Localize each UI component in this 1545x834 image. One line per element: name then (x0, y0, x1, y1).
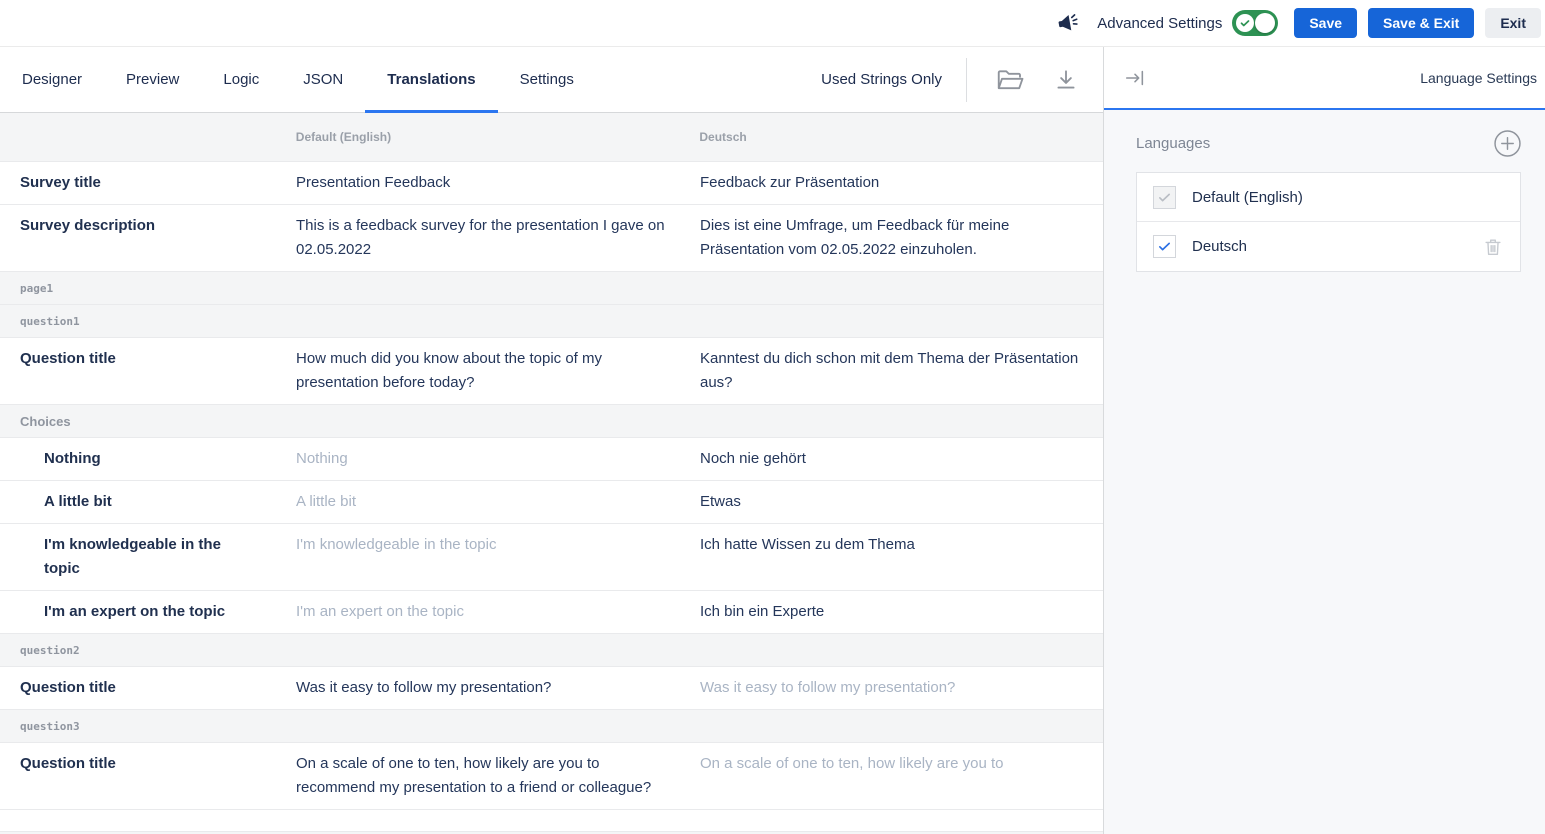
toggle-knob (1255, 13, 1275, 33)
translation-row: I'm knowledgeable in the topicI'm knowle… (0, 524, 1103, 591)
languages-label: Languages (1136, 135, 1210, 152)
panel-header: Language Settings (1104, 47, 1545, 110)
translation-row: Survey titlePresentation FeedbackFeedbac… (0, 162, 1103, 205)
language-checkbox (1153, 186, 1176, 209)
tab-bar: DesignerPreviewLogicJSONTranslationsSett… (0, 47, 1103, 113)
translation-input-default[interactable]: I'm an expert on the topic (296, 591, 700, 633)
row-label: Survey title (0, 162, 296, 204)
translation-input-deutsch[interactable]: Was it easy to follow my presentation? (700, 667, 1103, 709)
section-row: Choices (0, 405, 1103, 438)
tab-translations[interactable]: Translations (365, 47, 497, 112)
translation-input-deutsch[interactable]: Dies ist eine Umfrage, um Feedback für m… (700, 205, 1103, 271)
translation-row: I'm an expert on the topicI'm an expert … (0, 591, 1103, 634)
translation-row: Question titleOn a scale of one to ten, … (0, 743, 1103, 810)
section-label: question3 (0, 720, 80, 733)
translation-input-default[interactable]: Nothing (296, 438, 700, 480)
section-row: page1 (0, 272, 1103, 305)
row-label: Question title (0, 667, 296, 709)
tab-designer[interactable]: Designer (0, 47, 104, 112)
tab-json[interactable]: JSON (281, 47, 365, 112)
translations-table: Default (English) Deutsch Survey titlePr… (0, 113, 1103, 834)
advanced-settings-label: Advanced Settings (1097, 15, 1222, 32)
collapse-panel-icon[interactable] (1124, 67, 1146, 89)
translation-input-default[interactable]: How much did you know about the topic of… (296, 338, 700, 404)
section-label: Choices (0, 414, 71, 429)
table-header-row: Default (English) Deutsch (0, 113, 1103, 162)
row-label: Survey description (0, 205, 296, 271)
row-label: Question title (0, 743, 296, 809)
translation-input-default[interactable]: Presentation Feedback (296, 162, 700, 204)
translation-row: NothingNothingNoch nie gehört (0, 438, 1103, 481)
row-label: A little bit (0, 481, 296, 523)
folder-open-icon[interactable] (995, 65, 1025, 95)
exit-button[interactable]: Exit (1485, 8, 1541, 38)
toolbar-divider (966, 58, 967, 102)
row-label: I'm knowledgeable in the topic (0, 524, 296, 590)
topbar: Advanced Settings Save Save & Exit Exit (0, 0, 1545, 47)
translation-input-default[interactable]: I'm knowledgeable in the topic (296, 524, 700, 590)
translation-input-default[interactable]: Was it easy to follow my presentation? (296, 667, 700, 709)
add-language-icon[interactable] (1494, 130, 1521, 157)
section-label: question2 (0, 644, 80, 657)
language-list: Default (English) Deutsch (1136, 172, 1521, 272)
language-name: Default (English) (1192, 189, 1303, 206)
translation-input-deutsch[interactable]: Noch nie gehört (700, 438, 1103, 480)
column-header-deutsch: Deutsch (699, 130, 1103, 144)
translation-row: Question titleHow much did you know abou… (0, 338, 1103, 405)
row-label: Question title (0, 338, 296, 404)
language-checkbox[interactable] (1153, 235, 1176, 258)
section-row: question2 (0, 634, 1103, 667)
row-label: Nothing (0, 438, 296, 480)
translation-toolbar: Used Strings Only (821, 47, 1103, 112)
translation-row: A little bitA little bitEtwas (0, 481, 1103, 524)
tab-preview[interactable]: Preview (104, 47, 201, 112)
advanced-settings-toggle[interactable] (1232, 10, 1278, 36)
translation-input-deutsch[interactable]: Feedback zur Präsentation (700, 162, 1103, 204)
translation-input-deutsch[interactable]: Kanntest du dich schon mit dem Thema der… (700, 338, 1103, 404)
save-button[interactable]: Save (1294, 8, 1357, 38)
translation-input-default[interactable]: This is a feedback survey for the presen… (296, 205, 700, 271)
translation-row: Survey descriptionThis is a feedback sur… (0, 205, 1103, 272)
translation-input-deutsch[interactable]: Etwas (700, 481, 1103, 523)
translation-input-default[interactable]: A little bit (296, 481, 700, 523)
translation-input-default[interactable]: On a scale of one to ten, how likely are… (296, 743, 700, 809)
download-icon[interactable] (1053, 67, 1079, 93)
language-name: Deutsch (1192, 238, 1247, 255)
panel-title: Language Settings (1420, 70, 1537, 86)
section-label: question1 (0, 315, 80, 328)
toggle-check-icon (1236, 14, 1254, 32)
tab-logic[interactable]: Logic (201, 47, 281, 112)
delete-language-icon[interactable] (1482, 236, 1504, 258)
megaphone-icon (1055, 10, 1081, 36)
language-item: Default (English) (1137, 173, 1520, 222)
section-label: page1 (0, 282, 53, 295)
panel-body: Languages Default (English) Deutsch (1104, 110, 1545, 272)
save-and-exit-button[interactable]: Save & Exit (1368, 8, 1474, 38)
row-label: I'm an expert on the topic (0, 591, 296, 633)
translation-input-deutsch[interactable]: On a scale of one to ten, how likely are… (700, 743, 1103, 809)
tab-settings[interactable]: Settings (498, 47, 596, 112)
used-strings-only-toggle[interactable]: Used Strings Only (821, 71, 942, 88)
translation-row: Question titleWas it easy to follow my p… (0, 667, 1103, 710)
column-header-default: Default (English) (296, 130, 700, 144)
language-settings-panel: Language Settings Languages Default (Eng… (1104, 47, 1545, 834)
translation-input-deutsch[interactable]: Ich hatte Wissen zu dem Thema (700, 524, 1103, 590)
table-header-spacer (0, 128, 296, 146)
translation-input-deutsch[interactable]: Ich bin ein Experte (700, 591, 1103, 633)
language-item: Deutsch (1137, 222, 1520, 271)
main-area: DesignerPreviewLogicJSONTranslationsSett… (0, 47, 1104, 834)
section-row: question1 (0, 305, 1103, 338)
section-row: question3 (0, 710, 1103, 743)
